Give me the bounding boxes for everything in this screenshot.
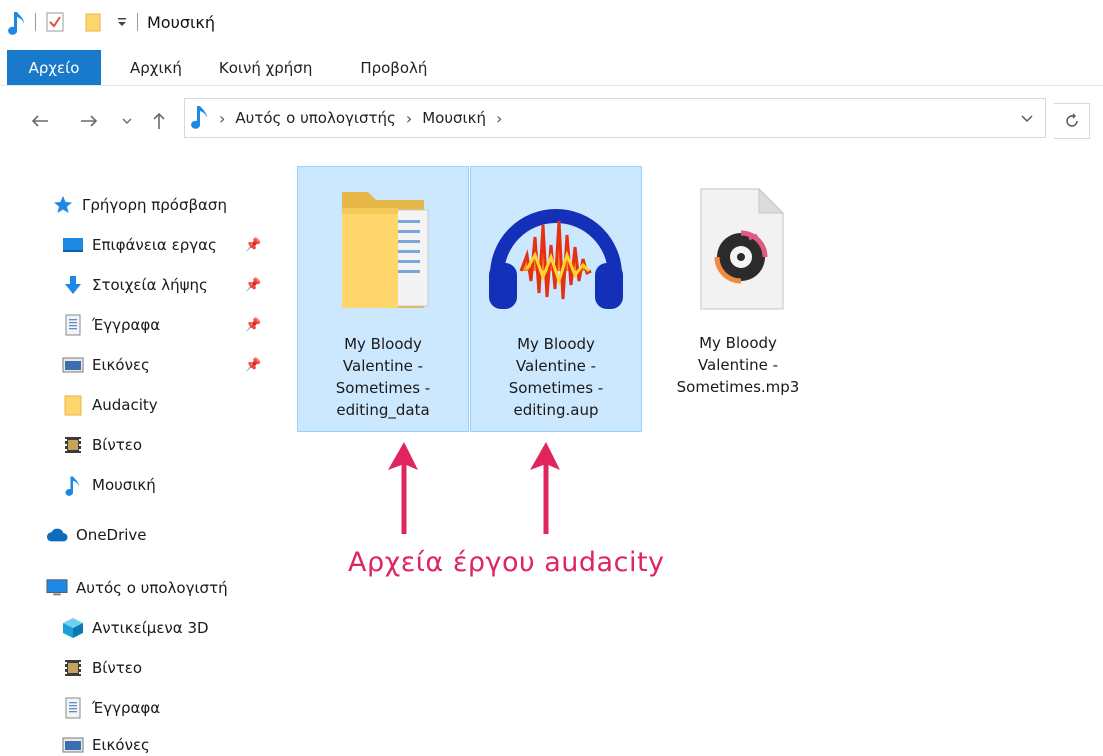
sidebar-item-label: Επιφάνεια εργας: [92, 236, 217, 254]
breadcrumb-chevron-icon[interactable]: ›: [219, 109, 225, 128]
sidebar-item-label: Μουσική: [92, 476, 156, 494]
separator: [137, 13, 138, 31]
properties-checkmark-icon[interactable]: [45, 11, 65, 33]
tab-home[interactable]: Αρχική: [130, 50, 182, 85]
navigation-bar: › Αυτός ο υπολογιστής › Μουσική ›: [0, 96, 1103, 144]
file-name-line: Sometimes.mp3: [676, 378, 800, 396]
sidebar-item-label: Στοιχεία λήψης: [92, 276, 208, 294]
folder-icon: [62, 394, 84, 416]
documents-icon: [62, 314, 84, 336]
sidebar-item-label: Βίντεο: [92, 659, 143, 677]
breadcrumb-music[interactable]: Μουσική: [422, 109, 486, 127]
sidebar-item-label: OneDrive: [76, 526, 147, 544]
annotation-label: Αρχεία έργου audacity: [348, 547, 665, 578]
pin-icon[interactable]: 📌: [245, 358, 261, 373]
file-name-line: Valentine -: [697, 356, 779, 374]
navigation-pane: Γρήγορη πρόσβαση Επιφάνεια εργας 📌 Στοιχ…: [0, 180, 290, 756]
address-dropdown-chevron-icon[interactable]: [1021, 109, 1033, 127]
sidebar-item-label: Audacity: [92, 396, 158, 414]
videos-icon: [62, 657, 84, 679]
pin-icon[interactable]: 📌: [245, 278, 261, 293]
sidebar-item-label: Εικόνες: [92, 356, 150, 374]
pictures-icon: [62, 734, 84, 756]
sidebar-item-label: Αντικείμενα 3D: [92, 619, 209, 637]
sidebar-item-label: Αυτός ο υπολογιστή: [76, 579, 228, 597]
audacity-icon: [471, 175, 641, 325]
tab-view[interactable]: Προβολή: [360, 50, 427, 85]
sidebar-item-pictures[interactable]: Εικόνες: [62, 730, 150, 756]
sidebar-item-desktop[interactable]: Επιφάνεια εργας 📌: [62, 230, 261, 260]
sidebar-item-videos[interactable]: Βίντεο: [62, 430, 142, 460]
file-name-line: My Bloody: [517, 335, 595, 353]
pin-icon[interactable]: 📌: [245, 238, 261, 253]
breadcrumb-chevron-icon[interactable]: ›: [496, 109, 502, 128]
sidebar-item-pictures[interactable]: Εικόνες 📌: [62, 350, 261, 380]
file-name-line: Sometimes -: [335, 379, 431, 397]
documents-icon: [62, 697, 84, 719]
file-name-line: Sometimes -: [508, 379, 604, 397]
sidebar-item-documents[interactable]: Έγγραφα 📌: [62, 310, 261, 340]
tab-share[interactable]: Κοινή χρήση: [219, 50, 312, 85]
sidebar-item-onedrive[interactable]: OneDrive: [46, 520, 147, 550]
customize-qat-dropdown-icon[interactable]: [116, 16, 128, 28]
forward-arrow-icon[interactable]: [76, 108, 102, 134]
music-note-icon[interactable]: [8, 9, 26, 35]
back-arrow-icon[interactable]: [27, 108, 53, 134]
sidebar-quick-access-label: Γρήγορη πρόσβαση: [82, 196, 227, 214]
sidebar-item-label: Έγγραφα: [92, 316, 161, 334]
ribbon-tabs: Αρχείο Αρχική Κοινή χρήση Προβολή: [0, 50, 1103, 86]
title-bar: Μουσική: [0, 0, 1103, 44]
star-icon: [52, 194, 74, 216]
sidebar-item-label: Έγγραφα: [92, 699, 161, 717]
file-name-line: editing_data: [336, 401, 430, 419]
sidebar-item-downloads[interactable]: Στοιχεία λήψης 📌: [62, 270, 261, 300]
sidebar-item-music[interactable]: Μουσική: [62, 470, 156, 500]
file-tile-folder[interactable]: My Bloody Valentine - Sometimes - editin…: [297, 166, 469, 432]
videos-icon: [62, 434, 84, 456]
sidebar-item-label: Εικόνες: [92, 736, 150, 754]
pin-icon[interactable]: 📌: [245, 318, 261, 333]
mp3-file-icon: [652, 174, 824, 324]
sidebar-item-documents[interactable]: Έγγραφα: [62, 693, 160, 723]
desktop-icon: [62, 234, 84, 256]
sidebar-item-label: Βίντεο: [92, 436, 143, 454]
window-title: Μουσική: [147, 12, 215, 32]
separator: [35, 13, 36, 31]
computer-icon: [46, 577, 68, 599]
breadcrumb-chevron-icon[interactable]: ›: [406, 109, 412, 128]
file-name-line: My Bloody: [344, 335, 422, 353]
file-name-line: Valentine -: [515, 357, 597, 375]
address-bar[interactable]: › Αυτός ο υπολογιστής › Μουσική ›: [184, 98, 1046, 138]
recent-locations-chevron-icon[interactable]: [114, 108, 140, 134]
music-note-icon: [62, 474, 84, 496]
music-note-icon: [191, 103, 209, 133]
cloud-icon: [46, 524, 68, 546]
folder-icon: [298, 175, 468, 325]
breadcrumb-this-pc[interactable]: Αυτός ο υπολογιστής: [235, 109, 395, 127]
file-name: My Bloody Valentine - Sometimes.mp3: [652, 332, 824, 398]
3d-objects-icon: [62, 617, 84, 639]
sidebar-item-this-pc[interactable]: Αυτός ο υπολογιστή: [46, 573, 228, 603]
file-tile-mp3[interactable]: My Bloody Valentine - Sometimes.mp3: [652, 166, 824, 432]
sidebar-item-audacity[interactable]: Audacity: [62, 390, 158, 420]
pictures-icon: [62, 354, 84, 376]
file-name: My Bloody Valentine - Sometimes - editin…: [471, 333, 641, 421]
sidebar-item-3d-objects[interactable]: Αντικείμενα 3D: [62, 613, 209, 643]
file-tile-aup[interactable]: My Bloody Valentine - Sometimes - editin…: [470, 166, 642, 432]
sidebar-item-videos[interactable]: Βίντεο: [62, 653, 142, 683]
file-name: My Bloody Valentine - Sometimes - editin…: [298, 333, 468, 421]
refresh-icon[interactable]: [1054, 103, 1090, 139]
annotation-arrows: [388, 442, 560, 534]
download-icon: [62, 274, 84, 296]
file-name-line: My Bloody: [699, 334, 777, 352]
sidebar-quick-access[interactable]: Γρήγορη πρόσβαση: [52, 190, 227, 220]
file-name-line: Valentine -: [342, 357, 424, 375]
file-name-line: editing.aup: [513, 401, 599, 419]
tab-file[interactable]: Αρχείο: [7, 50, 101, 85]
up-arrow-icon[interactable]: [146, 108, 172, 134]
new-folder-icon[interactable]: [84, 11, 104, 33]
